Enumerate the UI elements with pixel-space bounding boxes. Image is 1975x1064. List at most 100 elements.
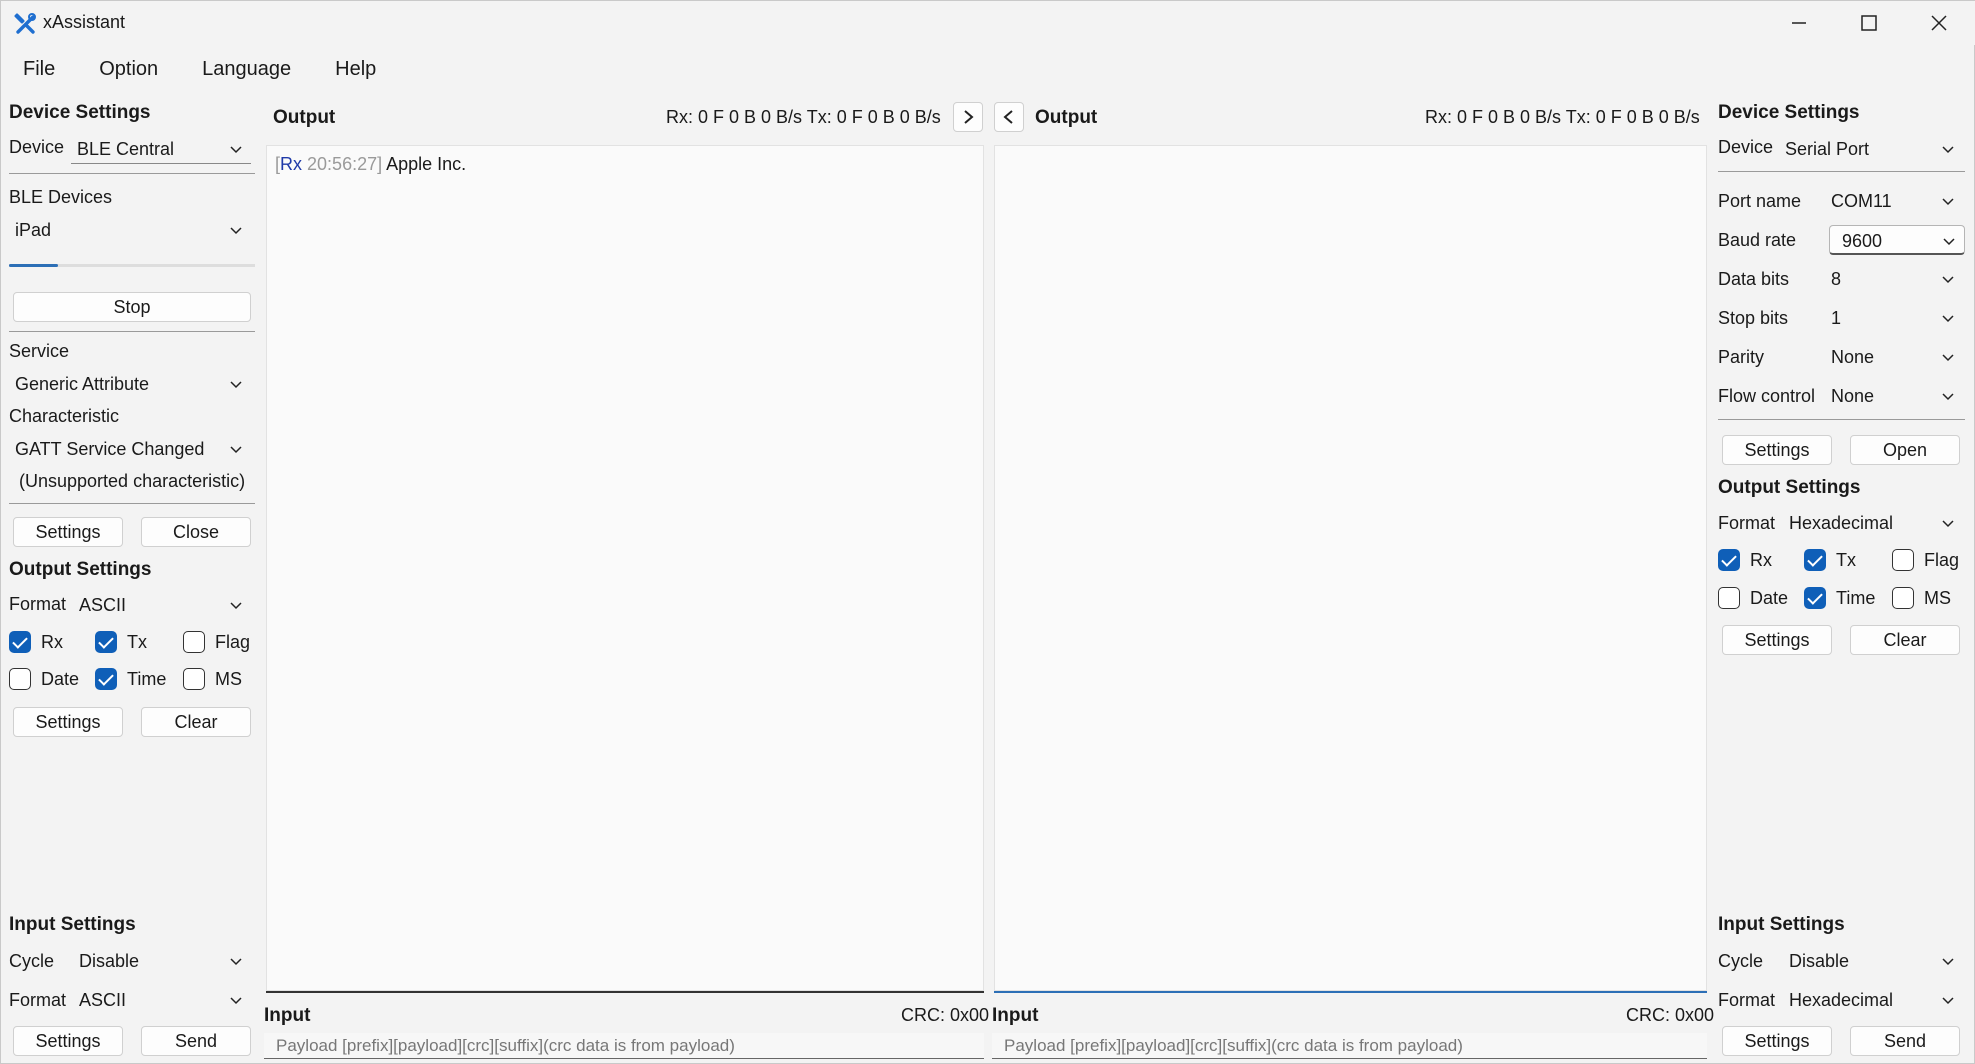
- right-traffic-stats: Rx: 0 F 0 B 0 B/s Tx: 0 F 0 B 0 B/s: [1425, 107, 1700, 127]
- checkbox-label: Rx: [41, 631, 63, 652]
- log-text: Apple Inc.: [386, 154, 467, 174]
- right-time-checkbox[interactable]: Time: [1804, 587, 1875, 609]
- checkbox-box: [183, 631, 205, 653]
- checkbox-label: Flag: [1924, 549, 1960, 570]
- right-input-settings-button[interactable]: Settings: [1722, 1026, 1832, 1056]
- left-date-checkbox[interactable]: Date: [9, 668, 79, 690]
- right-clear-button[interactable]: Clear: [1850, 625, 1960, 655]
- chevron-down-icon: [1942, 997, 1954, 1005]
- left-time-checkbox[interactable]: Time: [95, 668, 166, 690]
- service-select[interactable]: Generic Attribute: [9, 369, 251, 399]
- checkbox-box: [95, 631, 117, 653]
- log-line: [Rx 20:56:27] Apple Inc.: [275, 154, 466, 175]
- left-tx-checkbox[interactable]: Tx: [95, 631, 147, 653]
- window-title: xAssistant: [43, 12, 126, 32]
- collapse-right-button[interactable]: [953, 102, 983, 132]
- right-rx-checkbox[interactable]: Rx: [1718, 549, 1772, 571]
- close-window-button[interactable]: [1905, 1, 1973, 45]
- left-device-select[interactable]: BLE Central: [71, 134, 251, 164]
- baud-rate-label: Baud rate: [1718, 230, 1797, 250]
- right-output-title: Output: [1035, 107, 1098, 128]
- right-output-log[interactable]: [994, 145, 1707, 991]
- characteristic-select[interactable]: GATT Service Changed: [9, 434, 251, 464]
- left-input-format-select[interactable]: ASCII: [73, 985, 251, 1015]
- tools-icon: [14, 13, 36, 34]
- right-tx-checkbox[interactable]: Tx: [1804, 549, 1856, 571]
- right-cycle-label: Cycle: [1718, 951, 1764, 971]
- maximize-button[interactable]: [1835, 1, 1903, 45]
- input-splitter[interactable]: [994, 991, 1707, 993]
- parity-select[interactable]: None: [1825, 342, 1963, 372]
- left-clear-button[interactable]: Clear: [141, 707, 251, 737]
- input-splitter[interactable]: [266, 991, 984, 993]
- chevron-down-icon: [1942, 198, 1954, 206]
- parity-value: None: [1831, 347, 1875, 367]
- right-cycle-value: Disable: [1789, 951, 1850, 971]
- checkbox-box: [1718, 587, 1740, 609]
- flow-control-select[interactable]: None: [1825, 381, 1963, 411]
- menu-file[interactable]: File: [1, 49, 77, 91]
- right-date-checkbox[interactable]: Date: [1718, 587, 1788, 609]
- right-payload-input[interactable]: Payload [prefix][payload][crc][suffix](c…: [992, 1033, 1707, 1059]
- checkbox-box: [1718, 549, 1740, 571]
- checkbox-label: Date: [41, 668, 80, 689]
- ble-device-select[interactable]: iPad: [9, 215, 251, 245]
- right-output-format-select[interactable]: Hexadecimal: [1783, 508, 1963, 538]
- minimize-button[interactable]: [1765, 1, 1833, 45]
- stop-bits-value: 1: [1831, 308, 1842, 328]
- left-format-label: Format: [9, 594, 67, 614]
- right-ms-checkbox[interactable]: MS: [1892, 587, 1951, 609]
- title-bar: xAssistant: [1, 1, 1975, 45]
- menu-option[interactable]: Option: [77, 49, 180, 91]
- left-device-settings-button[interactable]: Settings: [13, 517, 123, 547]
- right-send-button[interactable]: Send: [1850, 1026, 1960, 1056]
- left-device-label: Device: [9, 137, 65, 157]
- checkbox-label: Date: [1750, 587, 1789, 608]
- right-cycle-select[interactable]: Disable: [1783, 946, 1963, 976]
- menu-language[interactable]: Language: [180, 49, 313, 91]
- left-rx-checkbox[interactable]: Rx: [9, 631, 63, 653]
- left-input-format-value: ASCII: [79, 990, 127, 1010]
- open-port-button[interactable]: Open: [1850, 435, 1960, 465]
- left-output-format-select[interactable]: ASCII: [73, 590, 251, 620]
- baud-rate-select[interactable]: 9600: [1829, 225, 1965, 255]
- chevron-down-icon: [1943, 238, 1955, 246]
- port-name-value: COM11: [1831, 191, 1892, 211]
- left-output-log[interactable]: [Rx 20:56:27] Apple Inc.: [266, 145, 984, 991]
- stop-scan-button[interactable]: Stop: [13, 292, 251, 322]
- left-flag-checkbox[interactable]: Flag: [183, 631, 250, 653]
- port-name-select[interactable]: COM11: [1825, 186, 1963, 216]
- data-bits-value: 8: [1831, 269, 1842, 289]
- right-crc-value: CRC: 0x00: [1626, 1005, 1715, 1025]
- left-send-button[interactable]: Send: [141, 1026, 251, 1056]
- right-input-format-select[interactable]: Hexadecimal: [1783, 985, 1963, 1015]
- chevron-down-icon: [1942, 354, 1954, 362]
- divider: [9, 503, 255, 504]
- left-cycle-select[interactable]: Disable: [73, 946, 251, 976]
- left-cycle-label: Cycle: [9, 951, 55, 971]
- right-device-select[interactable]: Serial Port: [1779, 134, 1963, 164]
- chevron-down-icon: [1942, 393, 1954, 401]
- scan-progress-bar: [9, 264, 255, 267]
- log-timestamp: 20:56:27]: [307, 154, 383, 174]
- left-input-settings-button[interactable]: Settings: [13, 1026, 123, 1056]
- parity-label: Parity: [1718, 347, 1765, 367]
- right-device-settings-button[interactable]: Settings: [1722, 435, 1832, 465]
- checkbox-label: Time: [1836, 587, 1876, 608]
- left-output-settings-button[interactable]: Settings: [13, 707, 123, 737]
- right-output-settings-button[interactable]: Settings: [1722, 625, 1832, 655]
- data-bits-select[interactable]: 8: [1825, 264, 1963, 294]
- stop-bits-select[interactable]: 1: [1825, 303, 1963, 333]
- left-ms-checkbox[interactable]: MS: [183, 668, 242, 690]
- right-device-settings-title: Device Settings: [1718, 102, 1860, 123]
- left-close-device-button[interactable]: Close: [141, 517, 251, 547]
- right-input-format-value: Hexadecimal: [1789, 990, 1894, 1010]
- right-output-settings-title: Output Settings: [1718, 477, 1861, 498]
- left-output-title: Output: [273, 107, 336, 128]
- chevron-down-icon: [1942, 958, 1954, 966]
- left-payload-input[interactable]: Payload [prefix][payload][crc][suffix](c…: [264, 1033, 984, 1059]
- collapse-left-button[interactable]: [994, 102, 1024, 132]
- right-input-settings-title: Input Settings: [1718, 914, 1845, 935]
- menu-help[interactable]: Help: [313, 49, 398, 91]
- right-flag-checkbox[interactable]: Flag: [1892, 549, 1959, 571]
